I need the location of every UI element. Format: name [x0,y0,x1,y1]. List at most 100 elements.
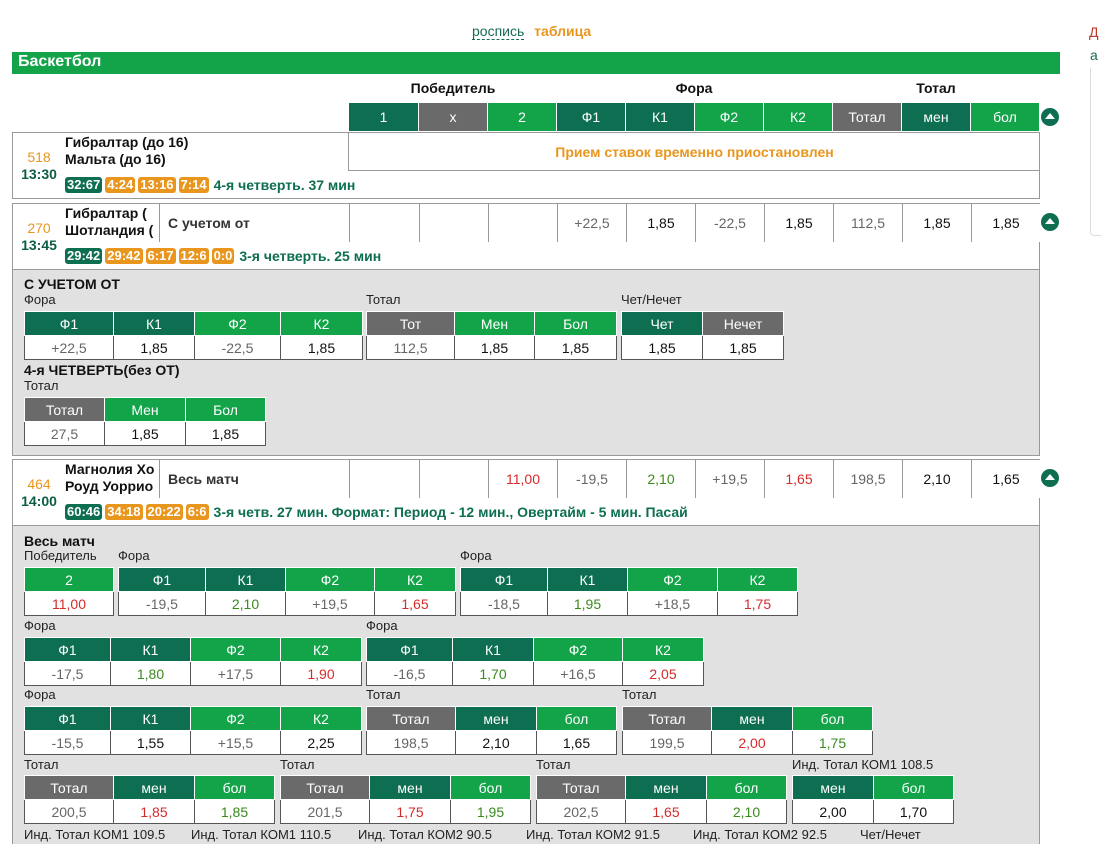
odds-cell[interactable] [419,204,488,242]
fora-table: Ф1 К1 Ф2 К2 -17,5 1,80 +17,5 1,90 [24,637,362,686]
odds-cell[interactable]: +17,5 [190,661,281,686]
odds-cell[interactable]: 2,10 [706,799,787,824]
odds-cell[interactable]: 1,70 [873,799,954,824]
odds-cell[interactable] [419,460,488,498]
odds-cell[interactable]: +15,5 [190,730,281,755]
odds-cell[interactable]: +19,5 [285,591,375,616]
odds-cell[interactable]: 1,75 [369,799,451,824]
odds-cell[interactable]: 1,95 [547,591,628,616]
odds-cell[interactable] [349,460,419,498]
odds-cell[interactable]: 201,5 [280,799,370,824]
col-header: К2 [280,311,363,336]
team-1[interactable]: Гибралтар ( [65,205,147,221]
odds-cell[interactable] [488,204,557,242]
odds-cell[interactable]: 1,65 [536,730,617,755]
score-total: 32:67 [65,177,103,193]
market-label-fora: Фора [24,618,56,633]
odds-cell[interactable]: 1,85 [621,335,703,360]
col-header: К1 [452,637,534,662]
odds-cell[interactable]: 11,00 [24,591,114,616]
market-label-total: Тотал [536,757,571,772]
odds-cell[interactable]: -16,5 [366,661,453,686]
odds-cell[interactable]: 1,75 [717,591,798,616]
odds-cell[interactable]: +22,5 [24,335,114,360]
odds-cell[interactable]: 1,85 [764,204,833,242]
view-table-link[interactable]: таблица [534,23,591,39]
odds-cell[interactable]: 1,85 [113,799,195,824]
odds-cell[interactable]: 2,05 [622,661,704,686]
odds-cell[interactable]: 1,85 [185,421,266,446]
odds-cell[interactable]: -18,5 [460,591,548,616]
market-select[interactable]: С учетом от [159,204,349,242]
odds-cell[interactable]: 1,70 [452,661,534,686]
odds-cell[interactable]: +16,5 [533,661,623,686]
odds-cell[interactable]: 202,5 [536,799,626,824]
odds-cell[interactable]: 1,80 [110,661,191,686]
odds-cell[interactable]: 1,65 [625,799,707,824]
odds-cell[interactable]: 1,55 [110,730,191,755]
collapse-event-icon[interactable] [1041,469,1059,487]
team-2[interactable]: Шотландия ( [65,222,153,238]
odds-cell[interactable]: 1,90 [280,661,362,686]
odds-cell[interactable]: 2,00 [792,799,874,824]
col-header: Ф1 [24,706,111,731]
odds-cell[interactable]: 2,25 [280,730,362,755]
score-period: 12:6 [178,248,209,264]
odds-cell[interactable]: 1,85 [113,335,195,360]
col-header: бол [706,775,787,800]
odds-cell[interactable]: 199,5 [622,730,712,755]
col-header: Тотал [280,775,370,800]
odds-cell[interactable]: 2,10 [205,591,286,616]
odds-cell[interactable]: 1,85 [280,335,363,360]
odds-cell[interactable]: 1,85 [971,204,1040,242]
odds-cell[interactable] [349,204,419,242]
odds-cell[interactable]: 1,75 [792,730,873,755]
odds-cell[interactable]: 1,85 [104,421,186,446]
odds-cell[interactable]: -15,5 [24,730,111,755]
col-header: Ф2 [190,706,281,731]
odds-cell[interactable]: -17,5 [24,661,111,686]
collapse-all-icon[interactable] [1041,108,1059,126]
odds-cell[interactable]: -19,5 [557,460,626,498]
odds-cell[interactable]: 11,00 [488,460,557,498]
odds-cell[interactable]: 1,65 [374,591,456,616]
team-2[interactable]: Мальта (до 16) [65,151,166,167]
team-1[interactable]: Магнолия Хо [65,461,154,477]
odds-cell[interactable]: 1,65 [971,460,1040,498]
odds-cell[interactable]: 112,5 [366,335,455,360]
odds-cell[interactable]: 198,5 [833,460,902,498]
odds-cell[interactable]: 27,5 [24,421,105,446]
panel-section-title: 4-я ЧЕТВЕРТЬ(без ОТ) [24,362,180,378]
score-period: 20:22 [145,504,183,520]
odds-cell[interactable]: 1,85 [534,335,617,360]
col-header: Ф2 [533,637,623,662]
odds-cell[interactable]: 2,00 [711,730,793,755]
odds-cell[interactable]: 1,65 [764,460,833,498]
collapse-event-icon[interactable] [1041,213,1059,231]
odds-cell[interactable]: 1,85 [626,204,695,242]
odds-cell[interactable]: 1,85 [454,335,535,360]
odds-cell[interactable]: -19,5 [118,591,206,616]
col-header: К1 [113,311,195,336]
odds-cell[interactable]: -22,5 [194,335,281,360]
market-select[interactable]: Весь матч [159,460,349,498]
odds-cell[interactable]: 1,85 [702,335,784,360]
odds-cell[interactable]: 1,85 [194,799,275,824]
odds-cell[interactable]: -22,5 [695,204,764,242]
odds-cell[interactable]: 112,5 [833,204,902,242]
odds-cell[interactable]: 198,5 [366,730,456,755]
odds-cell[interactable]: 2,10 [626,460,695,498]
col-header: бол [450,775,531,800]
team-1[interactable]: Гибралтар (до 16) [65,134,188,150]
view-list-link[interactable]: роспись [472,23,525,40]
odds-cell[interactable]: 1,85 [902,204,971,242]
odds-cell[interactable]: 1,95 [450,799,531,824]
col-header: бол [792,706,873,731]
odds-cell[interactable]: 200,5 [24,799,114,824]
odds-cell[interactable]: 2,10 [455,730,537,755]
odds-cell[interactable]: +22,5 [557,204,626,242]
odds-cell[interactable]: +18,5 [627,591,718,616]
team-2[interactable]: Роуд Уоррио [65,478,153,494]
odds-cell[interactable]: 2,10 [902,460,971,498]
odds-cell[interactable]: +19,5 [695,460,764,498]
